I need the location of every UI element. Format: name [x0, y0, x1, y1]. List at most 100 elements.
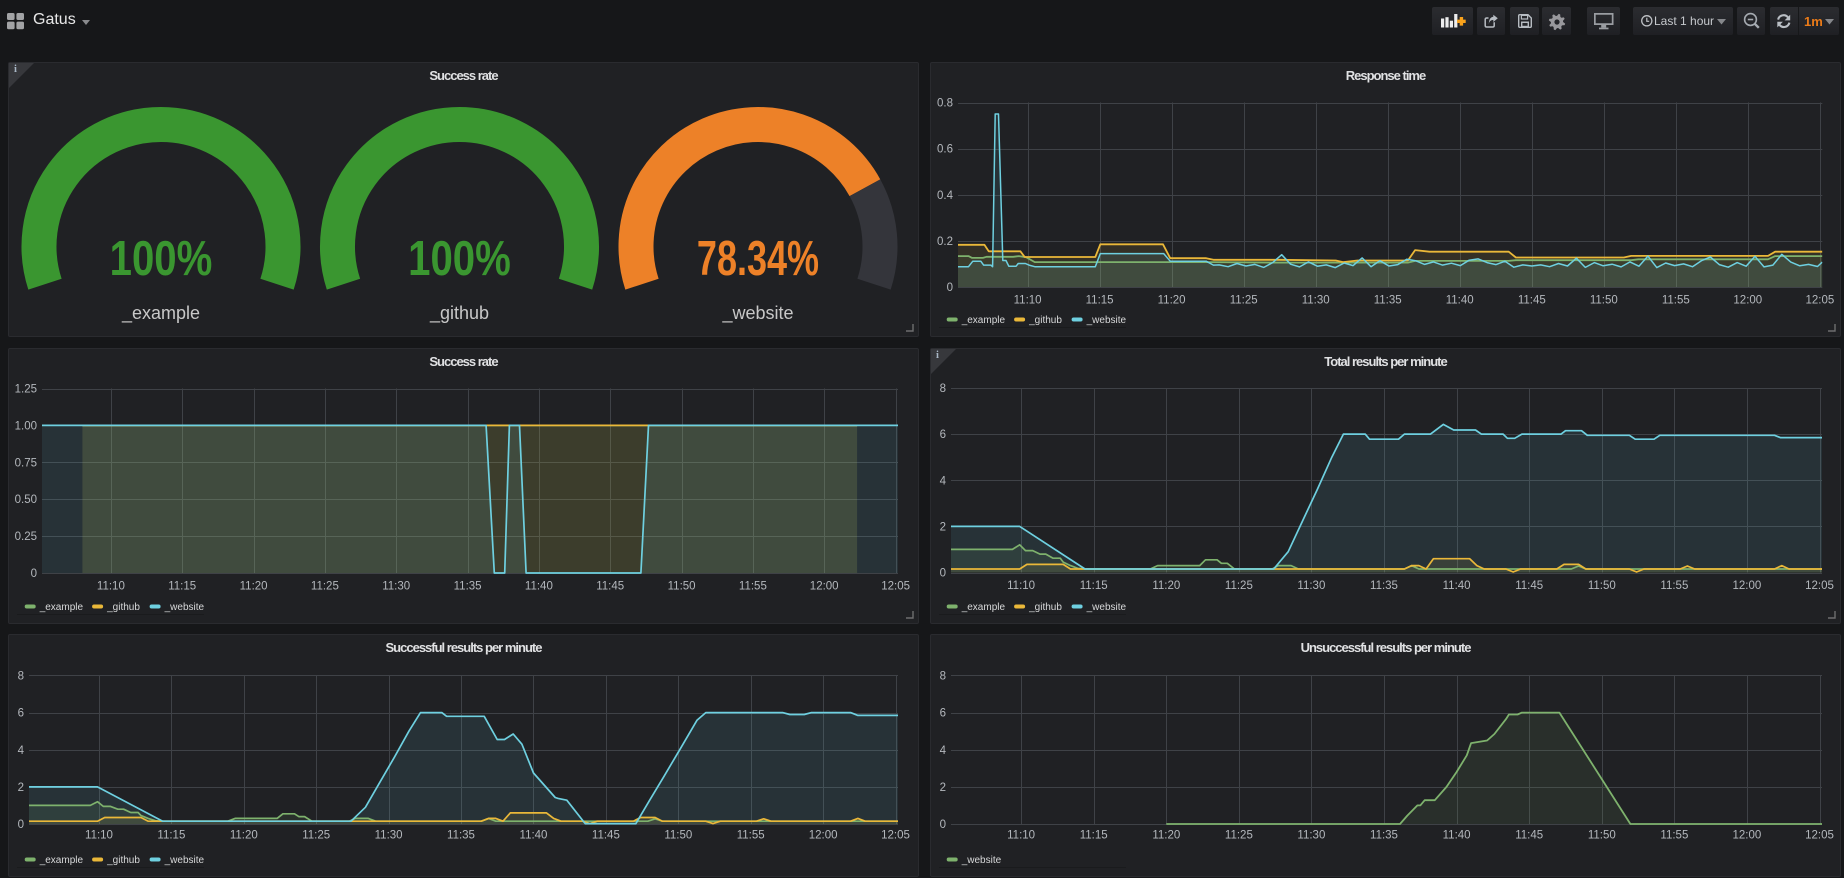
svg-text:11:50: 11:50 [1588, 580, 1616, 592]
svg-text:_website: _website [1086, 602, 1127, 613]
svg-text:11:30: 11:30 [1297, 830, 1325, 842]
svg-text:12:00: 12:00 [809, 830, 838, 842]
svg-text:11:40: 11:40 [1443, 830, 1471, 842]
svg-text:_website: _website [164, 602, 205, 613]
svg-text:0.25: 0.25 [15, 531, 37, 543]
svg-text:6: 6 [940, 708, 946, 720]
svg-text:12:00: 12:00 [1733, 580, 1762, 592]
svg-text:_github: _github [106, 855, 140, 866]
svg-text:11:35: 11:35 [1370, 580, 1398, 592]
svg-text:11:30: 11:30 [382, 581, 410, 593]
svg-text:11:35: 11:35 [454, 581, 482, 593]
svg-text:100%: 100% [110, 231, 213, 286]
svg-text:78.34%: 78.34% [697, 232, 819, 287]
svg-text:8: 8 [940, 383, 946, 395]
svg-text:11:25: 11:25 [302, 830, 330, 842]
svg-text:11:35: 11:35 [1374, 295, 1402, 307]
svg-text:11:45: 11:45 [1515, 580, 1543, 592]
svg-text:0.50: 0.50 [15, 494, 37, 506]
svg-text:11:30: 11:30 [1302, 295, 1330, 307]
svg-text:11:10: 11:10 [85, 830, 113, 842]
svg-text:11:10: 11:10 [97, 581, 125, 593]
svg-text:_github: _github [1028, 602, 1062, 613]
svg-text:11:15: 11:15 [157, 830, 185, 842]
svg-text:11:55: 11:55 [739, 581, 767, 593]
svg-text:11:25: 11:25 [1225, 830, 1253, 842]
svg-text:0.4: 0.4 [937, 190, 954, 202]
svg-text:_example: _example [121, 303, 200, 324]
svg-text:_website: _website [164, 855, 205, 866]
svg-text:12:05: 12:05 [881, 830, 910, 842]
svg-text:11:25: 11:25 [1230, 295, 1258, 307]
svg-text:11:20: 11:20 [1158, 295, 1186, 307]
svg-text:11:55: 11:55 [1660, 830, 1688, 842]
svg-text:1.00: 1.00 [15, 420, 37, 432]
svg-text:11:25: 11:25 [311, 581, 339, 593]
svg-text:12:05: 12:05 [1806, 295, 1835, 307]
svg-text:2: 2 [18, 782, 24, 794]
svg-text:11:15: 11:15 [168, 581, 196, 593]
svg-text:1.25: 1.25 [15, 384, 37, 396]
svg-text:11:20: 11:20 [240, 581, 268, 593]
svg-text:11:10: 11:10 [1014, 295, 1042, 307]
svg-text:11:55: 11:55 [1660, 580, 1688, 592]
svg-text:11:40: 11:40 [1446, 295, 1474, 307]
svg-text:2: 2 [940, 521, 946, 533]
svg-text:11:40: 11:40 [525, 581, 553, 593]
svg-text:_example: _example [39, 855, 84, 866]
svg-text:_website: _website [1086, 315, 1127, 326]
svg-text:0.75: 0.75 [15, 457, 37, 469]
svg-text:11:10: 11:10 [1007, 580, 1035, 592]
svg-text:11:30: 11:30 [375, 830, 403, 842]
svg-text:_github: _github [1028, 315, 1062, 326]
svg-text:0: 0 [940, 819, 946, 831]
svg-text:11:40: 11:40 [1443, 580, 1471, 592]
svg-text:11:40: 11:40 [520, 830, 548, 842]
svg-text:12:05: 12:05 [1805, 580, 1834, 592]
svg-text:11:30: 11:30 [1297, 580, 1325, 592]
svg-text:2: 2 [940, 782, 946, 794]
svg-text:11:15: 11:15 [1080, 830, 1108, 842]
svg-text:0.6: 0.6 [937, 144, 953, 156]
svg-text:11:50: 11:50 [1588, 830, 1616, 842]
svg-text:11:15: 11:15 [1080, 580, 1108, 592]
svg-text:6: 6 [940, 429, 946, 441]
svg-text:12:05: 12:05 [1805, 830, 1834, 842]
svg-text:_example: _example [961, 602, 1006, 613]
svg-text:8: 8 [940, 671, 946, 683]
svg-text:_website: _website [721, 303, 793, 324]
svg-text:0: 0 [940, 568, 946, 580]
svg-text:11:10: 11:10 [1007, 830, 1035, 842]
svg-text:4: 4 [940, 745, 947, 757]
svg-text:11:20: 11:20 [1152, 580, 1180, 592]
svg-text:11:45: 11:45 [1518, 295, 1546, 307]
svg-text:11:20: 11:20 [230, 830, 258, 842]
svg-text:6: 6 [18, 708, 24, 720]
svg-text:11:45: 11:45 [1515, 830, 1543, 842]
svg-text:11:25: 11:25 [1225, 580, 1253, 592]
svg-text:11:35: 11:35 [447, 830, 475, 842]
svg-text:11:20: 11:20 [1152, 830, 1180, 842]
svg-text:12:00: 12:00 [1733, 830, 1762, 842]
svg-text:_example: _example [39, 602, 84, 613]
svg-text:12:00: 12:00 [1733, 295, 1762, 307]
svg-text:11:15: 11:15 [1086, 295, 1114, 307]
svg-text:0: 0 [18, 819, 24, 831]
svg-text:0: 0 [947, 282, 953, 294]
svg-text:0: 0 [31, 568, 37, 580]
svg-text:11:45: 11:45 [596, 581, 624, 593]
svg-text:11:35: 11:35 [1370, 830, 1398, 842]
svg-text:8: 8 [18, 671, 24, 683]
svg-text:_example: _example [961, 315, 1006, 326]
svg-text:_github: _github [106, 602, 140, 613]
svg-text:0.8: 0.8 [937, 98, 953, 110]
svg-text:4: 4 [940, 475, 947, 487]
svg-text:12:05: 12:05 [881, 581, 910, 593]
svg-text:11:50: 11:50 [1590, 295, 1618, 307]
svg-text:0.2: 0.2 [937, 236, 953, 248]
svg-text:100%: 100% [408, 231, 511, 286]
svg-text:11:50: 11:50 [668, 581, 696, 593]
svg-text:12:00: 12:00 [810, 581, 839, 593]
svg-text:11:45: 11:45 [592, 830, 620, 842]
svg-text:11:55: 11:55 [737, 830, 765, 842]
